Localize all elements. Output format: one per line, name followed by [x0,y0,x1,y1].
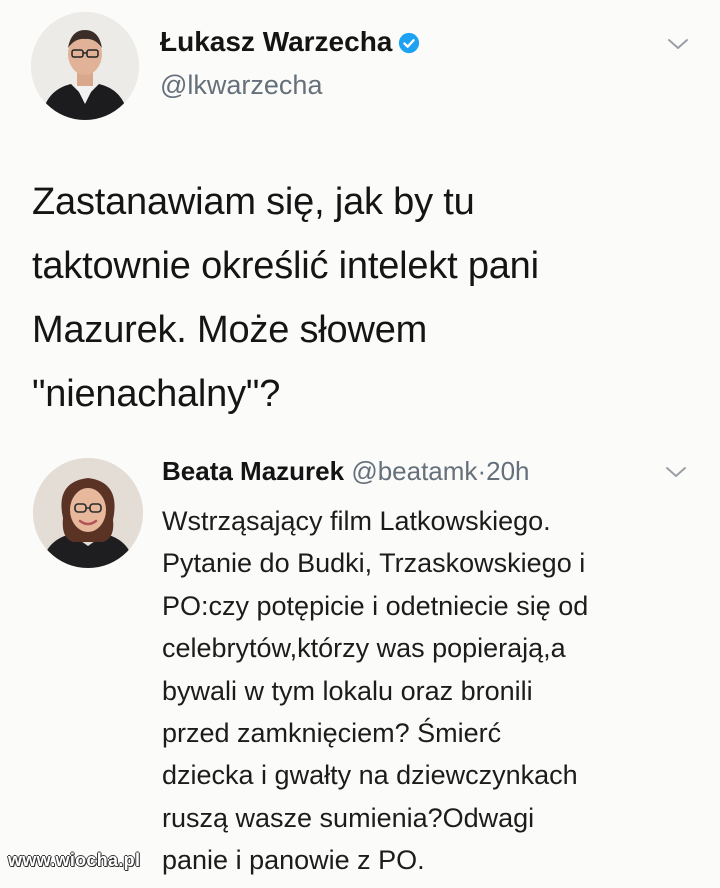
tweet-text-line: "nienachalny"? [32,373,281,415]
watermark: www.wiocha.pl [8,850,141,870]
tweet-text-line: Zastanawiam się, jak by tu [32,181,475,223]
quoted-text-line: Wstrząsający film Latkowskiego. [162,506,551,536]
quoted-text-line: panie i panowie z PO. [162,845,425,876]
quoted-text-line: Pytanie do Budki, Trzaskowskiego i [162,548,586,579]
avatar-man-image [31,12,139,120]
quoted-time[interactable]: 20h [486,456,529,486]
quoted-author-handle[interactable]: @beatamk [351,456,477,486]
avatar-woman-image [33,458,143,568]
quoted-text-line: dziecka i gwałty na dziewczynkach [162,760,578,791]
quoted-tweet-text: Wstrząsający film Latkowskiego. Pytanie … [162,500,682,882]
author-name[interactable]: Łukasz Warzecha [160,26,420,58]
chevron-down-icon[interactable] [666,36,690,52]
quoted-author-avatar[interactable] [33,458,143,568]
quoted-text-line: ruszą wasze sumienia?Odwagi [162,802,535,833]
quoted-text-line: celebrytów,którzy was popierają,a [162,633,566,664]
author-avatar[interactable] [31,12,139,120]
quoted-text-line: PO:czy potępicie i odetniecie się od [162,590,589,621]
tweet-text-line: taktownie określić intelekt pani [32,245,539,287]
chevron-down-icon[interactable] [664,464,688,480]
tweet-text-line: Mazurek. Może słowem [32,309,428,351]
author-name-text: Łukasz Warzecha [160,26,393,57]
separator-dot: · [477,456,487,486]
tweet-text: Zastanawiam się, jak by tu taktownie okr… [32,170,692,426]
quoted-text-line: przed zamknięciem? Śmierć [162,718,502,749]
quoted-header: Beata Mazurek @beatamk·20h [162,456,530,487]
quoted-text-line: bywali w tym lokalu oraz bronili [162,675,533,706]
author-handle[interactable]: @lkwarzecha [160,70,322,101]
quoted-author-name[interactable]: Beata Mazurek [162,456,344,486]
verified-badge-icon [399,32,420,54]
